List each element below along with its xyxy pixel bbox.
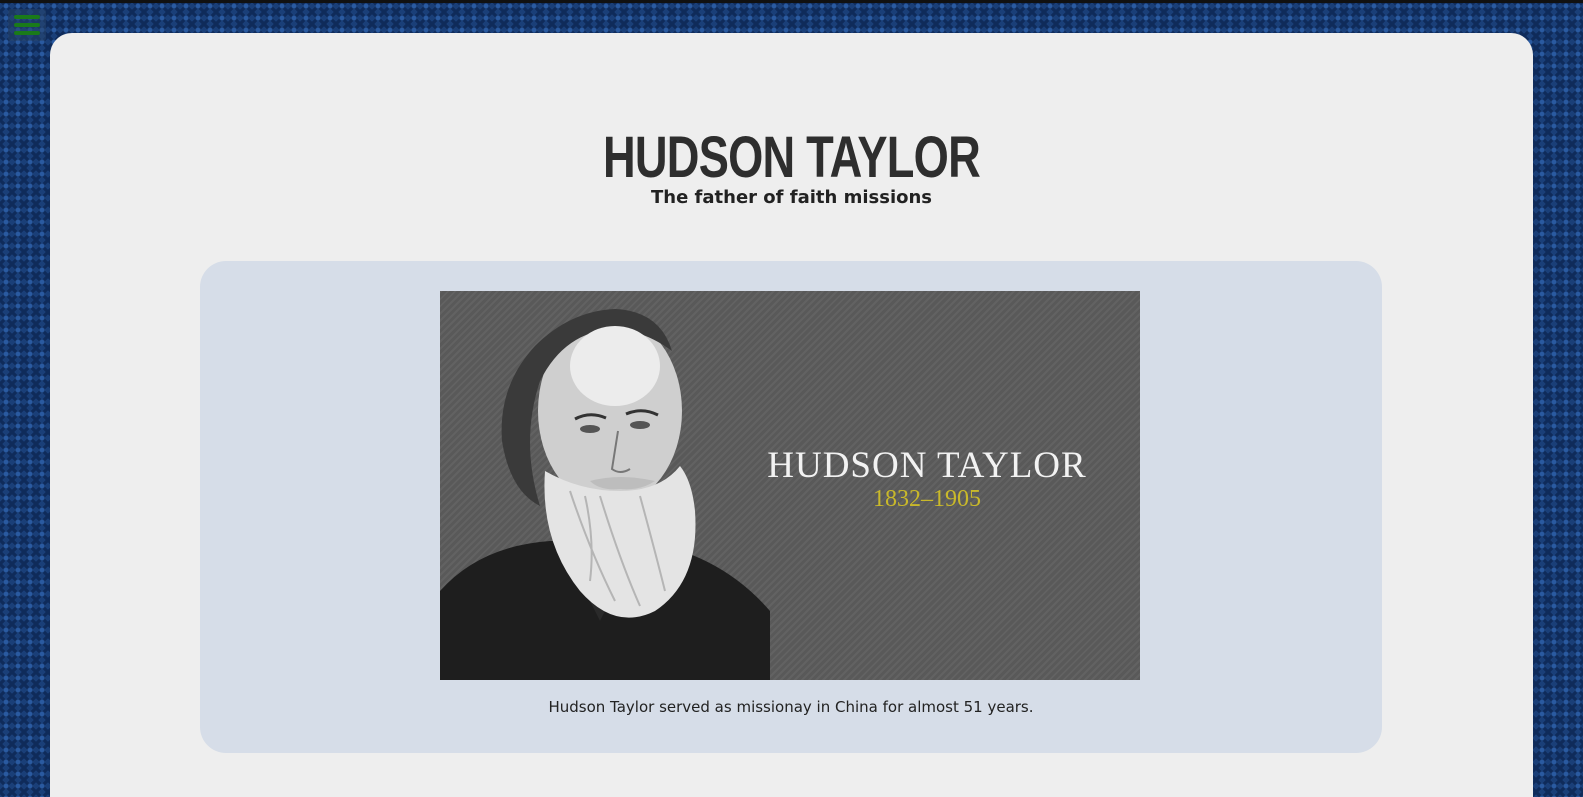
- page-subtitle: The father of faith missions: [650, 187, 933, 208]
- figure-panel: HUDSON TAYLOR 1832–1905 Hudson Taylor se…: [200, 261, 1382, 753]
- content-card: HUDSON TAYLOR The father of faith missio…: [50, 33, 1533, 797]
- portrait-image: HUDSON TAYLOR 1832–1905: [440, 291, 1140, 680]
- figure-caption: Hudson Taylor served as missionay in Chi…: [548, 698, 1034, 716]
- menu-button[interactable]: [8, 9, 46, 41]
- portrait-name-text: HUDSON TAYLOR: [767, 445, 1087, 486]
- page-title: HUDSON TAYLOR: [603, 125, 981, 190]
- hamburger-menu-icon[interactable]: [12, 13, 42, 37]
- top-border: [0, 0, 1583, 3]
- portrait-dates-text: 1832–1905: [873, 486, 981, 512]
